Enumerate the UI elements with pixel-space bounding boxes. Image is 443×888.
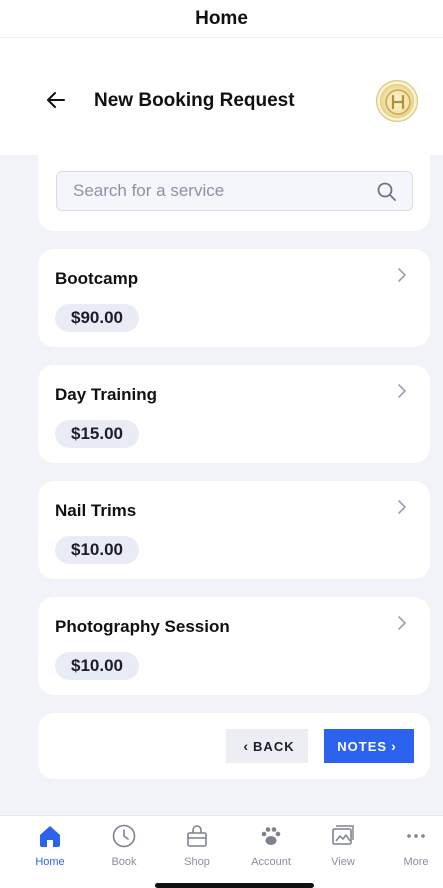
service-name: Day Training — [55, 385, 158, 404]
service-card-photography-session[interactable]: Photography Session $10.00 — [38, 597, 430, 695]
paw-icon — [257, 822, 285, 850]
chevron-right-icon — [396, 615, 408, 631]
service-card-day-training[interactable]: Day Training $15.00 — [38, 365, 430, 463]
back-button-label: BACK — [253, 738, 295, 754]
service-name: Nail Trims — [55, 501, 137, 520]
price-badge: $10.00 — [55, 652, 139, 680]
tab-home[interactable]: Home — [20, 822, 80, 870]
business-logo — [376, 80, 418, 122]
app-title: Home — [0, 0, 443, 38]
chevron-right-icon: › — [391, 738, 397, 754]
service-card-bootcamp[interactable]: Bootcamp $90.00 — [38, 249, 430, 347]
service-name: Bootcamp — [55, 269, 139, 288]
tab-label: Home — [35, 856, 65, 868]
actions-card: ‹ BACK NOTES › — [38, 713, 430, 779]
tab-label: Account — [251, 856, 291, 868]
tab-label: Book — [111, 856, 137, 868]
search-card: Search for a service — [38, 155, 430, 231]
search-placeholder: Search for a service — [73, 181, 225, 200]
shop-icon — [183, 822, 211, 850]
search-input[interactable]: Search for a service — [56, 171, 413, 211]
tab-label: View — [331, 856, 355, 868]
tab-more[interactable]: More — [386, 822, 443, 870]
tab-label: More — [403, 856, 429, 868]
price-badge: $90.00 — [55, 304, 139, 332]
chevron-right-icon — [396, 499, 408, 515]
notes-button[interactable]: NOTES › — [324, 729, 414, 763]
chevron-right-icon — [396, 383, 408, 399]
page-title: New Booking Request — [94, 90, 295, 111]
tab-view[interactable]: View — [313, 822, 373, 870]
back-arrow-icon[interactable] — [44, 88, 68, 112]
home-indicator — [155, 883, 314, 888]
image-icon — [329, 822, 357, 850]
notes-button-label: NOTES — [337, 738, 388, 754]
tab-book[interactable]: Book — [94, 822, 154, 870]
tab-account[interactable]: Account — [241, 822, 301, 870]
more-icon — [402, 822, 430, 850]
screen-header: New Booking Request — [0, 62, 443, 140]
search-icon[interactable] — [376, 181, 398, 203]
service-card-nail-trims[interactable]: Nail Trims $10.00 — [38, 481, 430, 579]
back-button[interactable]: ‹ BACK — [226, 729, 308, 763]
tab-shop[interactable]: Shop — [167, 822, 227, 870]
price-badge: $10.00 — [55, 536, 139, 564]
tab-label: Shop — [184, 856, 210, 868]
chevron-left-icon: ‹ — [243, 738, 250, 754]
bottom-tab-bar: Home Book Shop Account View More — [0, 815, 443, 888]
price-badge: $15.00 — [55, 420, 139, 448]
chevron-right-icon — [396, 267, 408, 283]
home-icon — [36, 822, 64, 850]
booking-content: Search for a service Bootcamp $90.00 Day… — [0, 155, 443, 815]
service-name: Photography Session — [55, 617, 230, 636]
clock-icon — [110, 822, 138, 850]
